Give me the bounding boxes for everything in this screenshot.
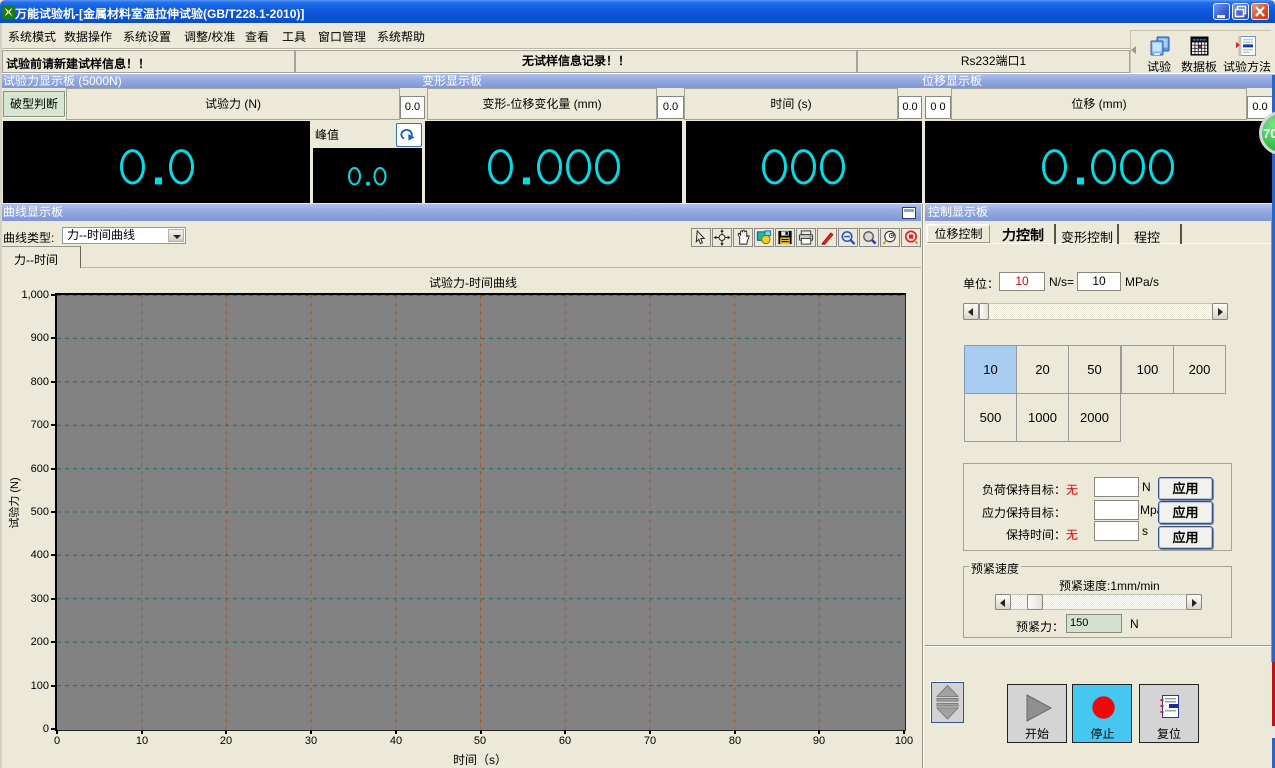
svg-text:70: 70 [1263, 126, 1275, 141]
